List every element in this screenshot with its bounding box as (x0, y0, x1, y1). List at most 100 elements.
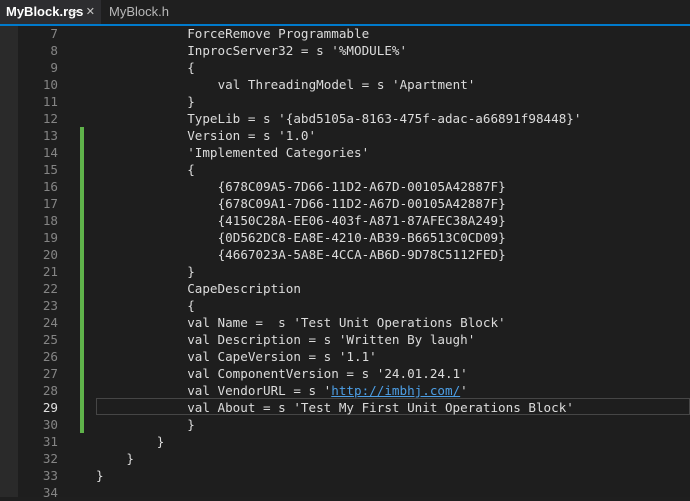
code-line[interactable]: 14 'Implemented Categories' (18, 144, 690, 161)
code-line[interactable]: 31} (18, 433, 690, 450)
line-number: 15 (42, 162, 58, 177)
line-number: 25 (42, 332, 58, 347)
change-marker (80, 212, 84, 229)
code-segment: ' (460, 383, 468, 398)
code-segment: } (187, 264, 195, 279)
line-number: 16 (42, 179, 58, 194)
code-text: {678C09A5-7D66-11D2-A67D-00105A42887F} (96, 178, 506, 195)
change-marker (80, 280, 84, 297)
code-line[interactable]: 20 {4667023A-5A8E-4CCA-AB6D-9D78C5112FED} (18, 246, 690, 263)
change-marker (80, 263, 84, 280)
line-number: 19 (42, 230, 58, 245)
code-text: CapeDescription (96, 280, 301, 297)
code-text: val ThreadingModel = s 'Apartment' (96, 76, 476, 93)
code-line[interactable]: 32} (18, 450, 690, 467)
line-number: 21 (42, 264, 58, 279)
line-number: 17 (42, 196, 58, 211)
code-line[interactable]: 30} (18, 416, 690, 433)
code-line[interactable]: 28 val VendorURL = s 'http://imbhj.com/' (18, 382, 690, 399)
code-line[interactable]: 15 { (18, 161, 690, 178)
change-marker (80, 144, 84, 161)
line-number: 29 (42, 400, 58, 415)
code-text: } (96, 93, 195, 110)
code-segment: CapeDescription (187, 281, 301, 296)
code-segment: val Name = s 'Test Unit Operations Block… (187, 315, 506, 330)
code-line[interactable]: 27 val ComponentVersion = s '24.01.24.1' (18, 365, 690, 382)
code-text: val About = s 'Test My First Unit Operat… (96, 399, 574, 416)
code-segment: val ThreadingModel = s 'Apartment' (217, 77, 476, 92)
change-marker (80, 331, 84, 348)
code-line[interactable]: 8 InprocServer32 = s '%MODULE%' (18, 42, 690, 59)
pin-icon[interactable]: ⊸ (69, 6, 78, 18)
code-segment: 'Implemented Categories' (187, 145, 370, 160)
code-segment: val CapeVersion = s '1.1' (187, 349, 377, 364)
code-text: {678C09A1-7D66-11D2-A67D-00105A42887F} (96, 195, 506, 212)
code-line[interactable]: 34 (18, 484, 690, 501)
code-line[interactable]: 17 {678C09A1-7D66-11D2-A67D-00105A42887F} (18, 195, 690, 212)
code-line[interactable]: 26 val CapeVersion = s '1.1' (18, 348, 690, 365)
line-number: 12 (42, 111, 58, 126)
code-segment: } (187, 417, 195, 432)
line-number: 23 (42, 298, 58, 313)
code-line[interactable]: 24 val Name = s 'Test Unit Operations Blo… (18, 314, 690, 331)
change-marker (80, 178, 84, 195)
line-number: 34 (42, 485, 58, 500)
vendor-url-link[interactable]: http://imbhj.com/ (331, 383, 460, 398)
code-line[interactable]: 12 TypeLib = s '{abd5105a-8163-475f-adac-… (18, 110, 690, 127)
code-segment: { (187, 162, 195, 177)
code-text: {4667023A-5A8E-4CCA-AB6D-9D78C5112FED} (96, 246, 506, 263)
code-line[interactable]: 13 Version = s '1.0' (18, 127, 690, 144)
code-line[interactable]: 18 {4150C28A-EE06-403f-A871-87AFEC38A249} (18, 212, 690, 229)
line-number: 22 (42, 281, 58, 296)
code-line[interactable]: 21} (18, 263, 690, 280)
code-text: { (96, 59, 195, 76)
change-marker (80, 365, 84, 382)
code-segment: InprocServer32 = s '%MODULE%' (187, 43, 408, 58)
line-number: 11 (42, 94, 58, 109)
code-segment: { (187, 60, 195, 75)
code-segment: {0D562DC8-EA8E-4210-AB39-B66513C0CD09} (217, 230, 506, 245)
line-number: 9 (50, 60, 58, 75)
close-icon[interactable]: ✕ (86, 6, 95, 18)
code-line[interactable]: 33} (18, 467, 690, 484)
change-marker (80, 127, 84, 144)
code-segment: {678C09A1-7D66-11D2-A67D-00105A42887F} (217, 196, 506, 211)
line-number: 10 (42, 77, 58, 92)
code-line[interactable]: 9{ (18, 59, 690, 76)
code-text: } (96, 450, 134, 467)
change-marker (80, 416, 84, 433)
line-number: 26 (42, 349, 58, 364)
tab-myblock-h[interactable]: MyBlock.h (103, 0, 173, 24)
code-editor[interactable]: 7 ForceRemove Programmable 8 InprocServer32… (0, 25, 690, 500)
code-line[interactable]: 25 val Description = s 'Written By laugh' (18, 331, 690, 348)
change-marker (80, 399, 84, 416)
code-line[interactable]: 16 {678C09A5-7D66-11D2-A67D-00105A42887F} (18, 178, 690, 195)
code-segment: val ComponentVersion = s '24.01.24.1' (187, 366, 468, 381)
code-segment: } (96, 468, 104, 483)
code-segment: val VendorURL = s ' (187, 383, 332, 398)
code-line[interactable]: 7 ForceRemove Programmable (18, 25, 690, 42)
code-text: } (96, 467, 104, 484)
line-number: 14 (42, 145, 58, 160)
code-line[interactable]: 29 val About = s 'Test My First Unit Oper… (18, 398, 690, 416)
code-text: ForceRemove Programmable (96, 25, 369, 42)
code-line[interactable]: 11} (18, 93, 690, 110)
change-marker (80, 195, 84, 212)
change-marker (80, 161, 84, 178)
code-line[interactable]: 23 { (18, 297, 690, 314)
line-number: 18 (42, 213, 58, 228)
code-segment: {4667023A-5A8E-4CCA-AB6D-9D78C5112FED} (217, 247, 506, 262)
change-marker (80, 382, 84, 399)
line-number: 20 (42, 247, 58, 262)
code-line[interactable]: 10 val ThreadingModel = s 'Apartment' (18, 76, 690, 93)
code-line[interactable]: 22 CapeDescription (18, 280, 690, 297)
change-marker (80, 314, 84, 331)
line-number: 30 (42, 417, 58, 432)
code-text: {4150C28A-EE06-403f-A871-87AFEC38A249} (96, 212, 506, 229)
code-segment: } (126, 451, 134, 466)
code-line[interactable]: 19 {0D562DC8-EA8E-4210-AB39-B66513C0CD09} (18, 229, 690, 246)
code-segment: val Description = s 'Written By laugh' (187, 332, 476, 347)
tab-myblock-rgs[interactable]: MyBlock.rgs ⊸ ✕ (0, 0, 101, 24)
code-segment: Version = s '1.0' (187, 128, 317, 143)
line-number: 28 (42, 383, 58, 398)
